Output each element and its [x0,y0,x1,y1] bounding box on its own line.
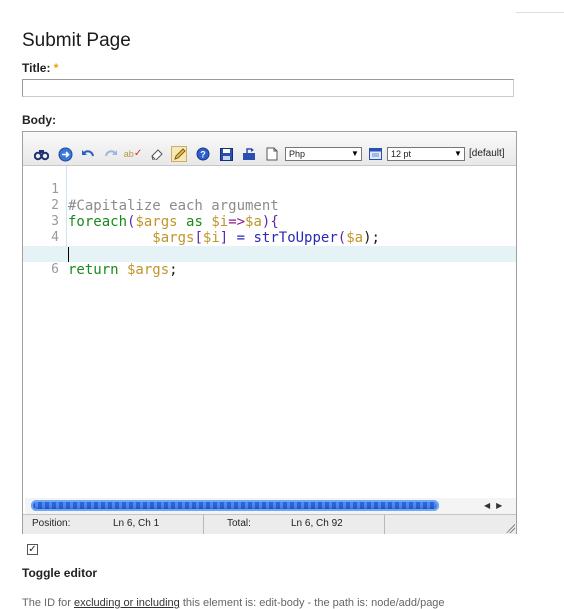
resize-grip-icon[interactable] [505,523,515,533]
editor-toolbar: ab ✓ ? Php ▼ 12 pt ▼ [default] [23,132,516,166]
editor-statusbar: Position: Ln 6, Ch 1 Total: Ln 6, Ch 92 [23,514,516,534]
highlight-icon[interactable] [171,146,187,162]
note-link[interactable]: excluding or including [74,597,180,609]
scroll-left-icon[interactable]: ◀ [484,501,490,510]
code-token: $args [118,262,170,278]
svg-text:?: ? [200,150,206,160]
text-cursor [68,247,69,262]
position-label: Position: [32,518,71,529]
scroll-right-icon[interactable]: ▶ [496,501,502,510]
body-label: Body: [22,113,56,127]
note-text-post: this element is: edit-body - the path is… [179,597,445,609]
line-number: 6 [51,262,59,277]
element-id-note: The ID for excluding or including this e… [22,597,445,609]
chevron-down-icon: ▼ [454,149,462,158]
font-size-select-value: 12 pt [391,149,412,159]
save-icon[interactable] [218,146,234,162]
font-size-select[interactable]: 12 pt ▼ [387,147,465,161]
title-input[interactable] [22,79,514,97]
scrollbar-thumb[interactable] [31,500,439,511]
syntax-select[interactable]: Php ▼ [285,147,362,161]
page-title: Submit Page [22,29,131,51]
default-font-link[interactable]: [default] [469,148,505,159]
code-line: 2 foreach($args as $i=>$a){ [23,182,516,230]
top-divider [516,0,564,13]
code-line: 3 $args[$i] = strToUpper($a); [23,198,516,246]
new-document-icon[interactable] [264,146,280,162]
code-token: return [68,262,119,278]
goto-line-icon[interactable] [57,146,73,162]
position-value: Ln 6, Ch 1 [113,518,160,529]
spellcheck-icon[interactable]: ab ✓ [124,146,142,162]
undo-icon[interactable] [80,146,96,162]
redo-icon[interactable] [103,146,119,162]
load-icon[interactable] [241,146,257,162]
help-icon[interactable]: ? [195,146,211,162]
code-editor: ab ✓ ? Php ▼ 12 pt ▼ [default] 1 #Capita… [22,131,517,534]
scrollbar-arrows: ◀ ▶ [484,500,514,511]
code-area[interactable]: 1 #Capitalize each argument 2 foreach($a… [23,166,516,499]
required-marker: * [53,61,59,75]
code-line: 5 return $args; [23,230,516,278]
toggle-editor-link[interactable]: Toggle editor [22,566,97,580]
total-label: Total: [227,518,251,529]
status-divider [384,515,385,534]
code-line: 4 } [23,214,516,262]
code-line-current: 6 [23,246,516,277]
toggle-editor-checkbox[interactable]: ✓ [27,544,38,555]
chevron-down-icon: ▼ [351,149,359,158]
eraser-icon[interactable] [149,146,165,162]
syntax-select-value: Php [289,149,306,159]
code-line: 1 #Capitalize each argument [23,166,516,214]
title-label-text: Title: [22,61,51,75]
window-icon[interactable] [367,146,383,162]
title-label: Title: * [22,61,58,75]
note-text-pre: The ID for [22,597,74,609]
horizontal-scrollbar[interactable]: ◀ ▶ [25,498,516,514]
search-icon[interactable] [33,146,49,162]
total-value: Ln 6, Ch 92 [291,518,343,529]
status-divider [203,515,204,534]
code-token: ; [169,262,178,278]
